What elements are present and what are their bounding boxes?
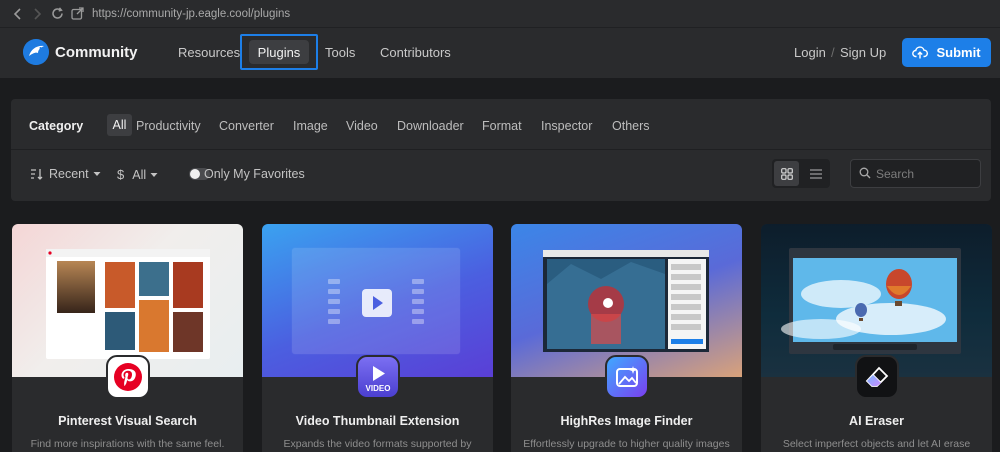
eagle-logo-icon [23, 39, 49, 65]
caret-down-icon [93, 172, 101, 176]
plugin-description: Find more inspirations with the same fee… [30, 438, 225, 450]
price-label: All [132, 167, 147, 182]
forward-icon[interactable] [28, 5, 46, 23]
favorites-label: Only My Favorites [204, 167, 305, 181]
submit-label: Submit [936, 45, 981, 60]
dollar-icon: $ [117, 167, 125, 182]
plugin-description: Select imperfect objects and let AI eras… [782, 438, 971, 450]
eraser-icon [855, 355, 899, 399]
url-bar[interactable]: https://community-jp.eagle.cool/plugins [92, 8, 290, 20]
plugin-title: AI Eraser [849, 414, 904, 428]
reload-icon[interactable] [48, 5, 66, 23]
plugin-description: Effortlessly upgrade to higher quality i… [523, 438, 730, 450]
search-box [850, 159, 981, 188]
brand-name: Community [55, 43, 138, 61]
plugin-card-ai-eraser[interactable]: AI Eraser Select imperfect objects and l… [761, 224, 992, 452]
submit-button[interactable]: Submit [902, 38, 991, 67]
sort-icon [31, 169, 43, 180]
search-input[interactable] [876, 165, 972, 183]
open-external-icon[interactable] [68, 5, 86, 23]
category-inspector[interactable]: Inspector [541, 119, 592, 133]
filter-panel: Category All Productivity Converter Imag… [11, 99, 991, 201]
login-link[interactable]: Login [794, 45, 826, 60]
nav-plugins[interactable]: Plugins [249, 40, 309, 64]
browser-toolbar: https://community-jp.eagle.cool/plugins [0, 0, 1000, 28]
upload-cloud-icon [912, 46, 929, 59]
category-others[interactable]: Others [612, 119, 650, 133]
plugin-title: Pinterest Visual Search [58, 414, 197, 428]
caret-down-icon [150, 172, 158, 177]
view-switch [772, 159, 830, 188]
panel-divider [11, 149, 991, 150]
plugin-card-highres[interactable]: HighRes Image Finder Effortlessly upgrad… [511, 224, 742, 452]
grid-view-icon[interactable] [774, 161, 799, 186]
video-icon: VIDEO [356, 355, 400, 399]
back-icon[interactable] [8, 5, 26, 23]
category-productivity[interactable]: Productivity [136, 119, 201, 133]
signup-link[interactable]: Sign Up [840, 45, 886, 60]
top-nav: Community Resources Plugins Tools Contri… [0, 28, 1000, 78]
search-icon [859, 167, 871, 179]
image-sparkle-icon [605, 355, 649, 399]
brand[interactable]: Community [23, 39, 138, 65]
category-format[interactable]: Format [482, 119, 522, 133]
nav-tools[interactable]: Tools [325, 45, 355, 60]
category-label: Category [29, 119, 84, 133]
plugin-card-pinterest[interactable]: Pinterest Visual Search Find more inspir… [12, 224, 243, 452]
sort-label: Recent [49, 167, 89, 181]
nav-contributors[interactable]: Contributors [380, 45, 451, 60]
pinterest-icon [106, 355, 150, 399]
plugin-title: HighRes Image Finder [560, 414, 693, 428]
category-all[interactable]: All [107, 114, 132, 136]
sort-dropdown[interactable]: Recent [30, 167, 101, 181]
category-video[interactable]: Video [346, 119, 378, 133]
plugin-title: Video Thumbnail Extension [295, 414, 460, 428]
video-icon-label: VIDEO [365, 384, 391, 393]
category-converter[interactable]: Converter [219, 119, 274, 133]
price-dropdown[interactable]: $ All [117, 167, 158, 182]
nav-resources[interactable]: Resources [178, 45, 240, 60]
category-downloader[interactable]: Downloader [397, 119, 464, 133]
list-view-icon[interactable] [803, 161, 828, 186]
plugin-card-video-thumbnail[interactable]: VIDEO Video Thumbnail Extension Expands … [262, 224, 493, 452]
login-separator: / [831, 45, 835, 60]
plugin-description: Expands the video formats supported by [283, 438, 472, 450]
category-image[interactable]: Image [293, 119, 328, 133]
